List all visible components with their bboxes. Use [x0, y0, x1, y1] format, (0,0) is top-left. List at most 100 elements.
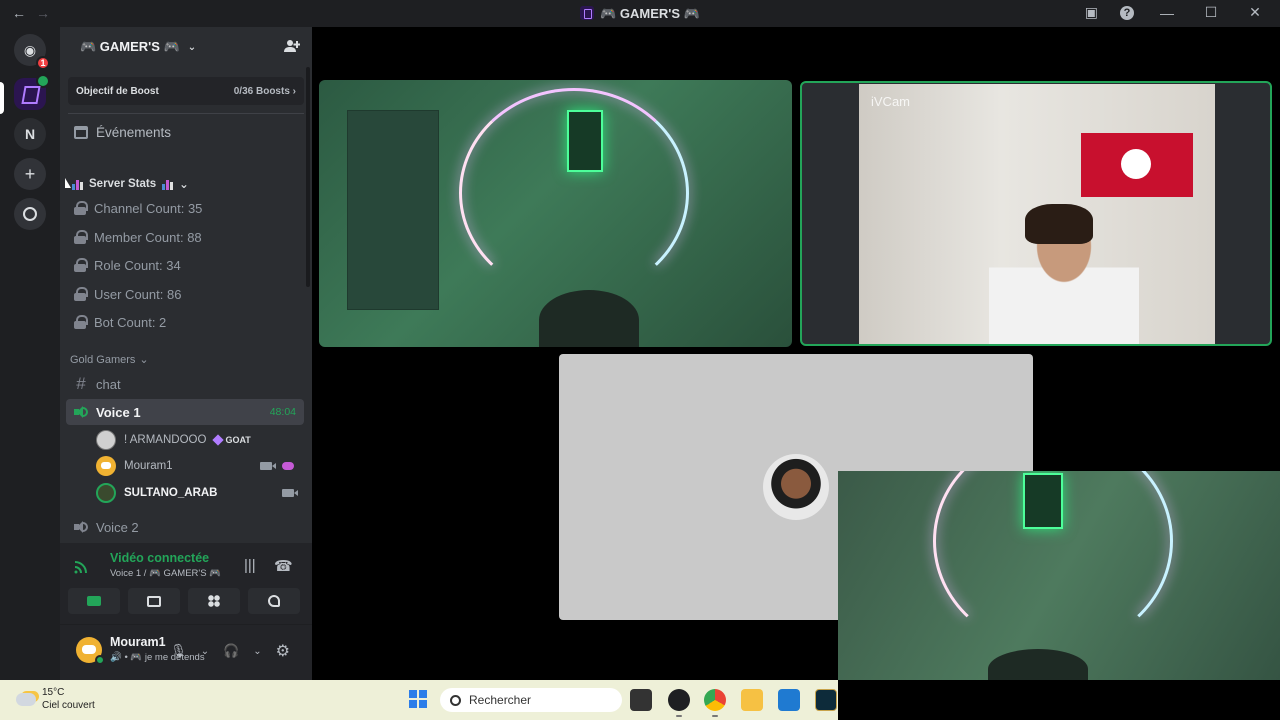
video-door [347, 110, 439, 310]
video-tile-sultano-arab[interactable]: iVCam [800, 81, 1272, 346]
invite-member-icon[interactable] [284, 39, 300, 53]
file-explorer-icon[interactable] [741, 689, 763, 711]
video-tile-armandooo[interactable] [319, 80, 792, 347]
weather-widget[interactable]: 15°C Ciel couvert [16, 686, 95, 712]
channel-chat[interactable]: # chat [74, 372, 120, 396]
noise-suppression-icon[interactable]: ||| [244, 557, 256, 574]
chevron-down-icon: ⌄ [187, 41, 197, 53]
chevron-down-icon[interactable]: ⌄ [253, 646, 261, 657]
member-name: ! ARMANDOOO [124, 434, 207, 446]
soundboard-button[interactable] [248, 588, 300, 614]
camera-icon [282, 489, 298, 497]
camera-button[interactable] [68, 588, 120, 614]
role-tag: GOAT [212, 434, 251, 446]
maximize-button[interactable]: ☐ [1200, 4, 1222, 21]
minimize-button[interactable]: — [1156, 5, 1178, 21]
gamepad-icon [282, 462, 294, 470]
video-chair [539, 290, 639, 347]
video-neon-frame [1023, 473, 1063, 529]
channel-stat[interactable]: Role Count: 34 [74, 253, 181, 277]
channel-label: Voice 1 [96, 404, 141, 420]
video-stage: iVCam [313, 27, 1280, 680]
hash-icon: # [76, 374, 86, 393]
running-indicator [676, 715, 682, 717]
server-gamers[interactable] [14, 74, 50, 110]
user-panel: Mouram1 🔊 • 🎮 je me détends 🎙 ⌄ 🎧 ⌄ ⚙ [60, 625, 312, 680]
guild-header[interactable]: 🎮 GAMER'S 🎮 ⌄ [60, 27, 312, 67]
boost-label: Objectif de Boost [76, 85, 159, 97]
channel-stat[interactable]: User Count: 86 [74, 282, 181, 306]
league-of-legends-icon[interactable] [815, 689, 837, 711]
task-view-icon[interactable] [630, 689, 652, 711]
close-button[interactable]: ✕ [1244, 4, 1266, 21]
taskbar-search[interactable]: Rechercher [440, 688, 622, 712]
username[interactable]: Mouram1 [110, 635, 166, 649]
channel-voice-1[interactable]: Voice 1 48:04 [66, 399, 304, 425]
voice-member[interactable]: Mouram1 [96, 454, 302, 478]
cloud-icon [16, 692, 36, 706]
activities-button[interactable] [188, 588, 240, 614]
channel-stat[interactable]: Channel Count: 35 [74, 196, 202, 220]
channel-stat[interactable]: Member Count: 88 [74, 225, 202, 249]
lock-icon [74, 230, 88, 244]
voice-member[interactable]: SULTANO_ARAB [96, 481, 302, 505]
chevron-down-icon[interactable]: ⌄ [201, 646, 209, 657]
server-n[interactable]: N [14, 118, 46, 150]
events-item[interactable]: Événements [74, 125, 171, 140]
self-video-preview[interactable] [838, 471, 1280, 680]
flag-image [1081, 133, 1193, 197]
role-tag-label: GOAT [225, 435, 251, 445]
activities-icon [208, 595, 220, 607]
channel-label: Role Count: 34 [94, 257, 181, 273]
bar-chart-icon [162, 179, 174, 190]
video-chair [988, 649, 1088, 680]
channel-label: Voice 2 [96, 519, 139, 535]
voice-location[interactable]: Voice 1 / 🎮 GAMER'S 🎮 [110, 568, 221, 579]
headphones-icon[interactable]: 🎧 [223, 643, 239, 659]
weather-text: 15°C Ciel couvert [42, 686, 95, 712]
chrome-icon[interactable] [704, 689, 726, 711]
member-status-icons [282, 489, 298, 497]
signal-icon[interactable] [74, 560, 88, 574]
server-rail: ◉ 1 N + [0, 27, 60, 680]
add-server-button[interactable]: + [14, 158, 46, 190]
microphone-icon[interactable]: 🎙 [170, 643, 187, 659]
home-discord-button[interactable]: ◉ 1 [14, 34, 50, 70]
notification-badge: 1 [36, 56, 50, 70]
store-icon[interactable] [778, 689, 800, 711]
settings-gear-icon[interactable]: ⚙ [276, 641, 290, 661]
weather-condition: Ciel couvert [42, 700, 95, 711]
person-hair [1025, 204, 1093, 244]
member-status-icons [260, 462, 294, 470]
server-logo-icon [580, 6, 595, 20]
category-server-stats[interactable]: Server Stats ⌄ [70, 177, 189, 191]
online-status-icon [95, 655, 105, 665]
help-icon[interactable]: ? [1120, 5, 1134, 20]
explore-servers-button[interactable] [14, 198, 46, 230]
active-server-indicator [0, 82, 4, 114]
inbox-icon[interactable]: ▣ [1085, 4, 1098, 21]
sidebar-scrollbar[interactable] [306, 67, 310, 287]
windows-start-icon[interactable] [409, 690, 427, 708]
disconnect-icon[interactable]: ☎ [274, 557, 293, 575]
channel-voice-2[interactable]: Voice 2 [74, 515, 139, 539]
bar-chart-icon [72, 179, 83, 190]
temperature: 15°C [42, 687, 65, 698]
running-indicator [712, 715, 718, 717]
voice-status[interactable]: Vidéo connectée [110, 551, 209, 565]
camera-watermark: iVCam [871, 94, 911, 109]
screen-share-button[interactable] [128, 588, 180, 614]
mouse-cursor-icon [65, 178, 71, 188]
voice-member[interactable]: ! ARMANDOOO GOAT [96, 428, 251, 452]
channel-stat[interactable]: Bot Count: 2 [74, 310, 166, 334]
events-label: Événements [96, 125, 172, 140]
avatar [96, 430, 116, 450]
app-icon[interactable] [668, 689, 690, 711]
boost-goal-bar[interactable]: Objectif de Boost 0/36 Boosts › [68, 77, 304, 105]
lock-icon [74, 287, 88, 301]
channel-label: Bot Count: 2 [94, 314, 167, 330]
boost-progress: 0/36 Boosts › [233, 85, 296, 97]
speaker-icon [74, 405, 88, 419]
category-gold-gamers[interactable]: Gold Gamers ⌄ [70, 353, 149, 367]
lock-icon [74, 315, 88, 329]
